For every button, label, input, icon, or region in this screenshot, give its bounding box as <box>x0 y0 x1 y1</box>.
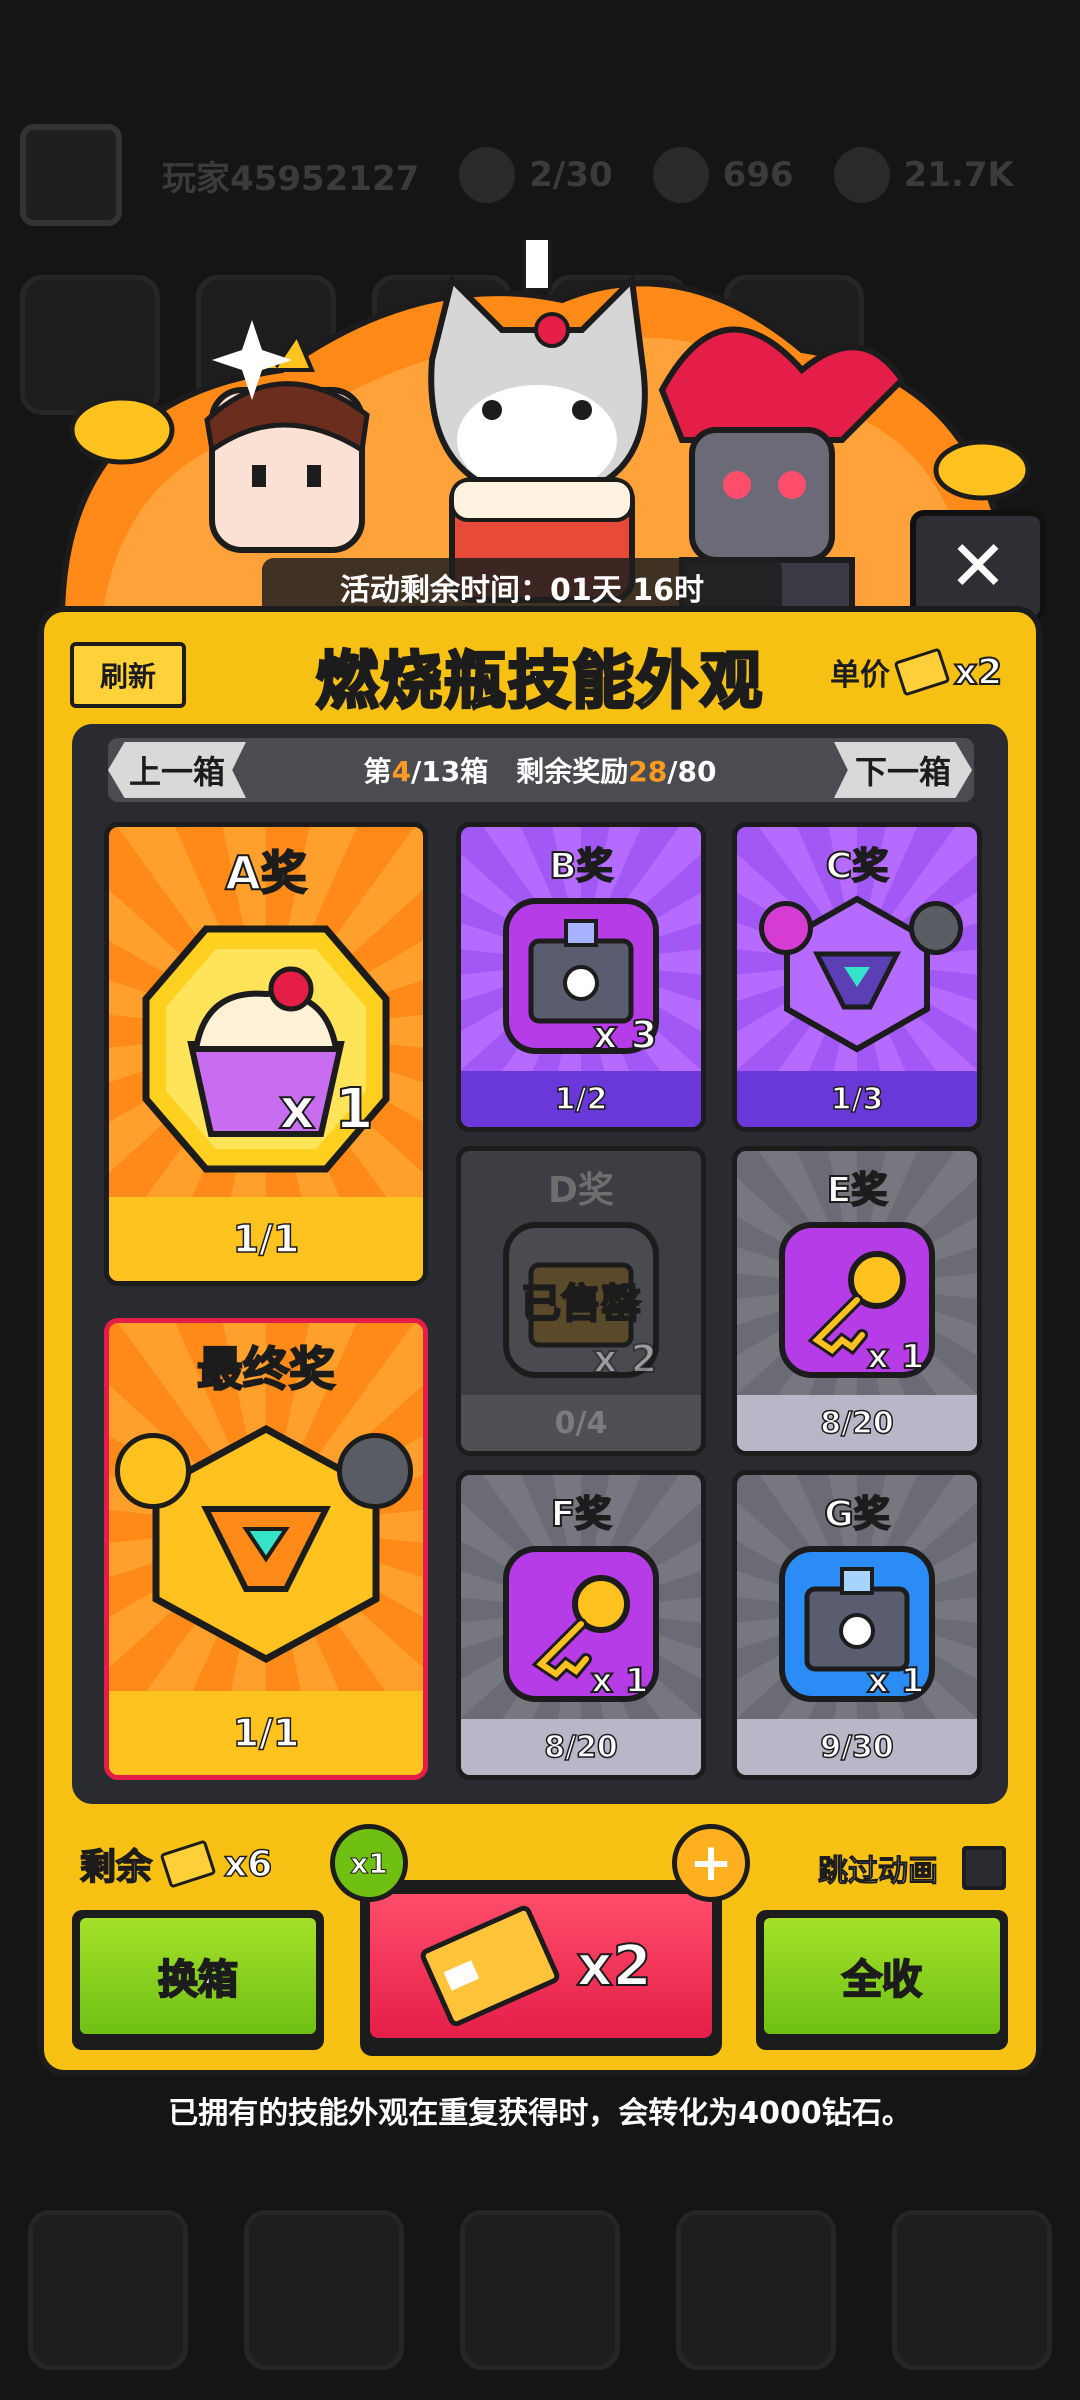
prize-name: D奖 <box>548 1170 614 1211</box>
prize-count: 1/2 <box>461 1071 701 1127</box>
nav-talent-icon <box>676 2210 836 2370</box>
prize-name: A奖 <box>224 845 308 901</box>
prize-multiplier: x 2 <box>592 1336 658 1382</box>
nav-battle-icon <box>460 2210 620 2370</box>
prize-count: 8/20 <box>461 1719 701 1775</box>
nav-evolve-icon <box>892 2210 1052 2370</box>
remaining-tickets: 剩余 x6 <box>79 1838 273 1890</box>
player-avatar <box>20 124 122 226</box>
swap-box-button[interactable]: 换箱 <box>72 1910 324 2050</box>
prize-name: G奖 <box>823 1493 891 1536</box>
draw-qty: x2 <box>575 1933 652 2000</box>
prize-card-b[interactable]: B奖 x 3 1/2 <box>456 822 706 1132</box>
molotov-icon <box>909 901 963 955</box>
prize-count: 1/1 <box>109 1197 423 1281</box>
unit-price-label: 单价 <box>830 658 890 693</box>
prize-count: 9/30 <box>737 1719 977 1775</box>
prize-count: 1/3 <box>737 1071 977 1127</box>
box-counter: 第4/13箱 <box>363 755 489 788</box>
unit-price-qty: x2 <box>953 651 1003 694</box>
nav-shop-icon <box>28 2210 188 2370</box>
ticket-icon <box>159 1839 217 1889</box>
prize-count: 0/4 <box>461 1395 701 1451</box>
reward-counter: 剩余奖励28/80 <box>516 755 717 788</box>
prize-name: 最终奖 <box>196 1341 336 1397</box>
prize-card-c[interactable]: C奖 1/3 <box>732 822 982 1132</box>
prize-card-a[interactable]: A奖 x 1 1/1 <box>104 822 428 1286</box>
nav-equip-icon <box>244 2210 404 2370</box>
coin-icon <box>933 439 1031 501</box>
coin-value: 21.7K <box>903 155 1014 195</box>
remaining-qty: x6 <box>223 1843 273 1886</box>
gem-icon <box>652 147 709 203</box>
prize-count: 1/1 <box>109 1691 423 1775</box>
prize-multiplier: x 3 <box>592 1012 658 1058</box>
prize-card-d: D奖 x 2 已售罄 0/4 <box>456 1146 706 1456</box>
player-name: 玩家45952127 <box>162 158 420 199</box>
duplicate-notice: 已拥有的技能外观在重复获得时，会转化为4000钻石。 <box>168 2096 912 2131</box>
prize-name: F奖 <box>550 1493 613 1536</box>
remaining-label: 剩余 <box>79 1846 153 1889</box>
gem-stat: 696 <box>652 147 794 203</box>
gem-value: 696 <box>722 155 794 195</box>
skip-animation-label: 跳过动画 <box>818 1854 939 1890</box>
prize-multiplier: x 1 <box>590 1660 649 1702</box>
molotov-icon <box>337 1433 413 1509</box>
prize-name: E奖 <box>826 1169 889 1212</box>
prize-multiplier: x 1 <box>866 1336 925 1378</box>
prize-multiplier: x 1 <box>866 1660 925 1702</box>
prev-box-button[interactable]: 上一箱 <box>108 742 246 798</box>
next-box-button[interactable]: 下一箱 <box>834 742 972 798</box>
draw-button[interactable]: x2 <box>360 1880 722 2056</box>
stamina-value: 2/30 <box>529 155 613 195</box>
page-title: 燃烧瓶技能外观 <box>314 643 764 719</box>
skip-animation-checkbox[interactable] <box>962 1846 1006 1890</box>
collect-all-button[interactable]: 全收 <box>756 1910 1008 2050</box>
background-bottom-nav <box>0 2180 1080 2400</box>
sold-out-label: 已售罄 <box>520 1280 642 1328</box>
refresh-button[interactable]: 刷新 <box>70 642 186 708</box>
coin-stat: 21.7K <box>833 147 1014 203</box>
draw-count-badge[interactable]: x1 <box>330 1824 408 1902</box>
ticket-icon <box>418 1903 563 2029</box>
box-info: 第4/13箱 剩余奖励28/80 <box>260 742 820 798</box>
prize-multiplier: x 1 <box>278 1076 375 1143</box>
background-header: 玩家45952127 2/30 696 21.7K <box>0 120 1080 230</box>
prize-card-f[interactable]: F奖 x 1 8/20 <box>456 1470 706 1780</box>
prize-card-g[interactable]: G奖 x 1 9/30 <box>732 1470 982 1780</box>
coin-icon <box>833 147 890 203</box>
collect-all-label: 全收 <box>764 1918 1000 2034</box>
swap-box-label: 换箱 <box>80 1918 316 2034</box>
prize-name: B奖 <box>548 845 613 888</box>
fire-icon <box>115 1433 191 1509</box>
skip-animation-toggle[interactable]: 跳过动画 <box>818 1846 1006 1890</box>
fire-icon <box>759 901 813 955</box>
stamina-stat: 2/30 <box>459 147 613 203</box>
prize-card-final[interactable]: 最终奖 1/1 <box>104 1318 428 1780</box>
close-icon: ✕ <box>948 525 1008 607</box>
prize-count: 8/20 <box>737 1395 977 1451</box>
plus-icon[interactable]: + <box>672 1824 750 1902</box>
ticket-icon <box>893 647 951 697</box>
prize-card-e[interactable]: E奖 x 1 8/20 <box>732 1146 982 1456</box>
prize-name: C奖 <box>825 845 889 888</box>
stamina-icon <box>459 147 516 203</box>
unit-price: 单价 x2 <box>830 647 1003 697</box>
coin-icon <box>69 395 175 465</box>
